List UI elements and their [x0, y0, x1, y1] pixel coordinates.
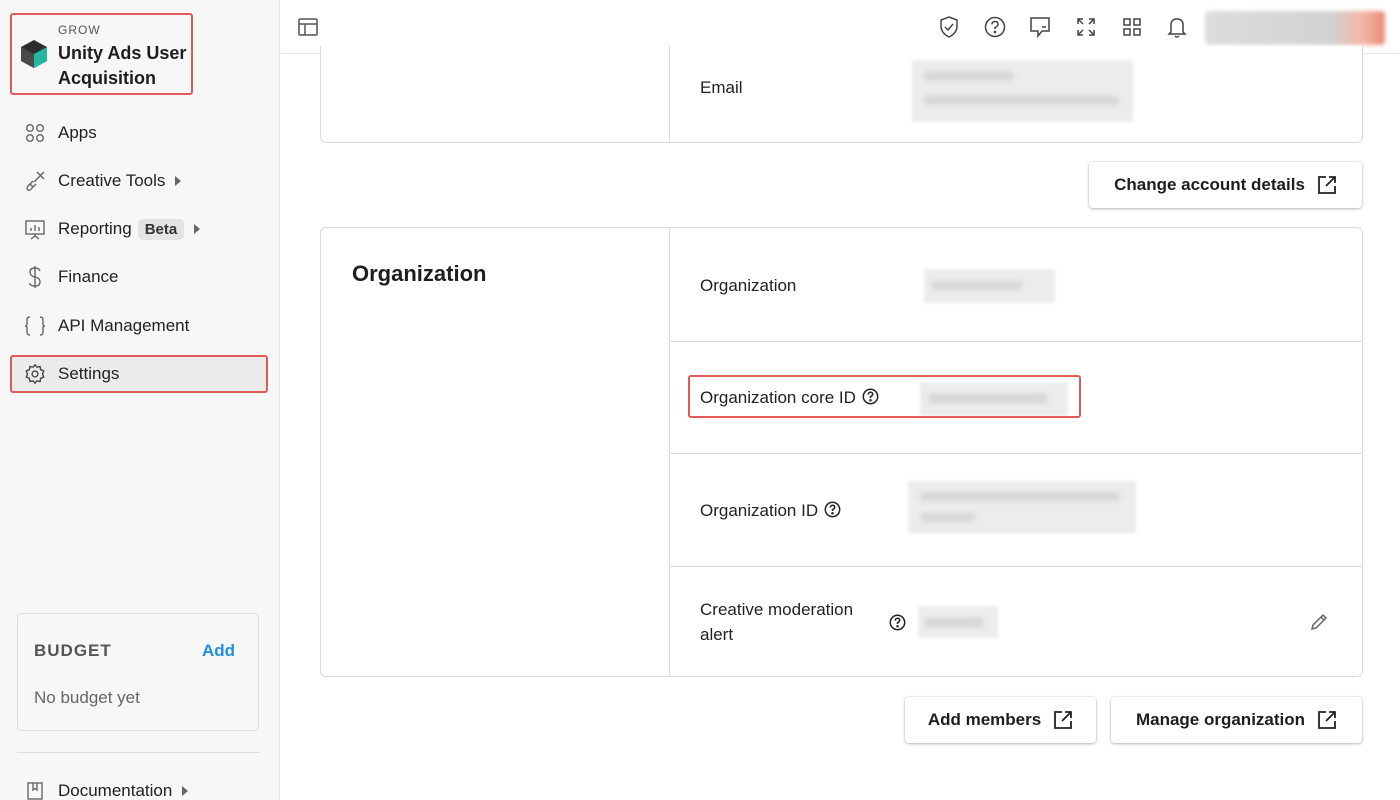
organization-id-text: Organization ID: [700, 501, 819, 520]
change-account-details-button[interactable]: Change account details: [1089, 162, 1362, 208]
external-link-icon: [1318, 176, 1336, 194]
brush-icon: [23, 169, 47, 193]
sidebar-item-api-management[interactable]: API Management: [10, 307, 268, 345]
expand-caret-icon: [182, 786, 189, 796]
help-circle-icon[interactable]: [824, 501, 841, 518]
button-label: Change account details: [1114, 175, 1305, 194]
organization-id-label: Organization ID: [700, 498, 841, 523]
sidebar-item-label: API Management: [58, 316, 190, 335]
dollar-icon: [23, 265, 47, 289]
creative-moderation-label: Creative moderation alert: [700, 600, 854, 644]
external-link-icon: [1054, 711, 1073, 729]
row-divider: [669, 341, 1362, 342]
book-icon: [23, 779, 47, 800]
organization-label: Organization: [700, 276, 797, 295]
card-divider: [669, 228, 670, 676]
presentation-chart-icon: [23, 217, 47, 241]
brand-eyebrow: GROW: [58, 23, 101, 37]
expand-caret-icon: [175, 176, 182, 186]
card-divider: [669, 46, 670, 142]
organization-heading: Organization: [352, 261, 487, 286]
expand-caret-icon: [194, 224, 201, 234]
sidebar-divider: [17, 752, 260, 753]
organization-card: Organization Organization Organization c…: [320, 227, 1363, 677]
sidebar-item-finance[interactable]: Finance: [10, 258, 268, 296]
sidebar-item-settings[interactable]: Settings: [10, 355, 268, 393]
apps-grid-icon[interactable]: [1121, 16, 1143, 38]
sidebar-item-label: Creative Tools: [58, 171, 166, 190]
budget-title: BUDGET: [34, 641, 112, 660]
button-label: Add members: [927, 710, 1042, 729]
sidebar-item-label: Finance: [58, 267, 119, 286]
brand-name: Unity Ads User Acquisition: [58, 43, 187, 88]
shield-check-icon[interactable]: [938, 16, 960, 38]
creative-moderation-value: [918, 606, 998, 638]
organization-value: [924, 269, 1055, 303]
manage-organization-button[interactable]: Manage organization: [1111, 697, 1362, 743]
help-circle-icon[interactable]: [889, 614, 906, 631]
layout-toggle-icon[interactable]: [297, 16, 319, 38]
fullscreen-icon[interactable]: [1075, 16, 1097, 38]
edit-pencil-icon[interactable]: [1309, 612, 1331, 634]
bell-icon[interactable]: [1166, 16, 1188, 38]
beta-badge: Beta: [137, 218, 185, 240]
core-id-highlight: [688, 375, 1081, 418]
row-divider: [669, 453, 1362, 454]
account-card: Email: [320, 46, 1363, 143]
email-label: Email: [700, 78, 743, 97]
sidebar-item-label: Documentation: [58, 781, 173, 800]
budget-empty-text: No budget yet: [34, 688, 140, 707]
gear-icon: [23, 362, 47, 386]
user-menu[interactable]: [1205, 11, 1385, 45]
apps-icon: [23, 121, 47, 145]
help-icon[interactable]: [984, 16, 1006, 38]
sidebar: GROW Unity Ads User Acquisition Apps Cre…: [0, 0, 280, 800]
sidebar-item-label: Reporting: [58, 219, 132, 238]
feedback-icon[interactable]: [1029, 16, 1051, 38]
braces-icon: [23, 314, 47, 338]
sidebar-item-label: Settings: [58, 364, 120, 383]
sidebar-item-documentation[interactable]: Documentation: [10, 772, 268, 800]
add-budget-link[interactable]: Add: [202, 641, 235, 661]
budget-panel: BUDGET Add No budget yet: [17, 613, 259, 731]
sidebar-item-label: Apps: [58, 123, 97, 142]
button-label: Manage organization: [1135, 710, 1306, 729]
unity-logo-icon: [21, 40, 47, 68]
add-members-button[interactable]: Add members: [905, 697, 1096, 743]
sidebar-item-reporting[interactable]: Reporting Beta: [10, 210, 268, 248]
email-value: [912, 60, 1133, 122]
sidebar-item-creative-tools[interactable]: Creative Tools: [10, 162, 268, 200]
external-link-icon: [1318, 711, 1336, 729]
row-divider: [669, 566, 1362, 567]
sidebar-item-apps[interactable]: Apps: [10, 114, 268, 152]
product-switcher[interactable]: GROW Unity Ads User Acquisition: [10, 13, 193, 95]
organization-id-value: [908, 481, 1136, 533]
